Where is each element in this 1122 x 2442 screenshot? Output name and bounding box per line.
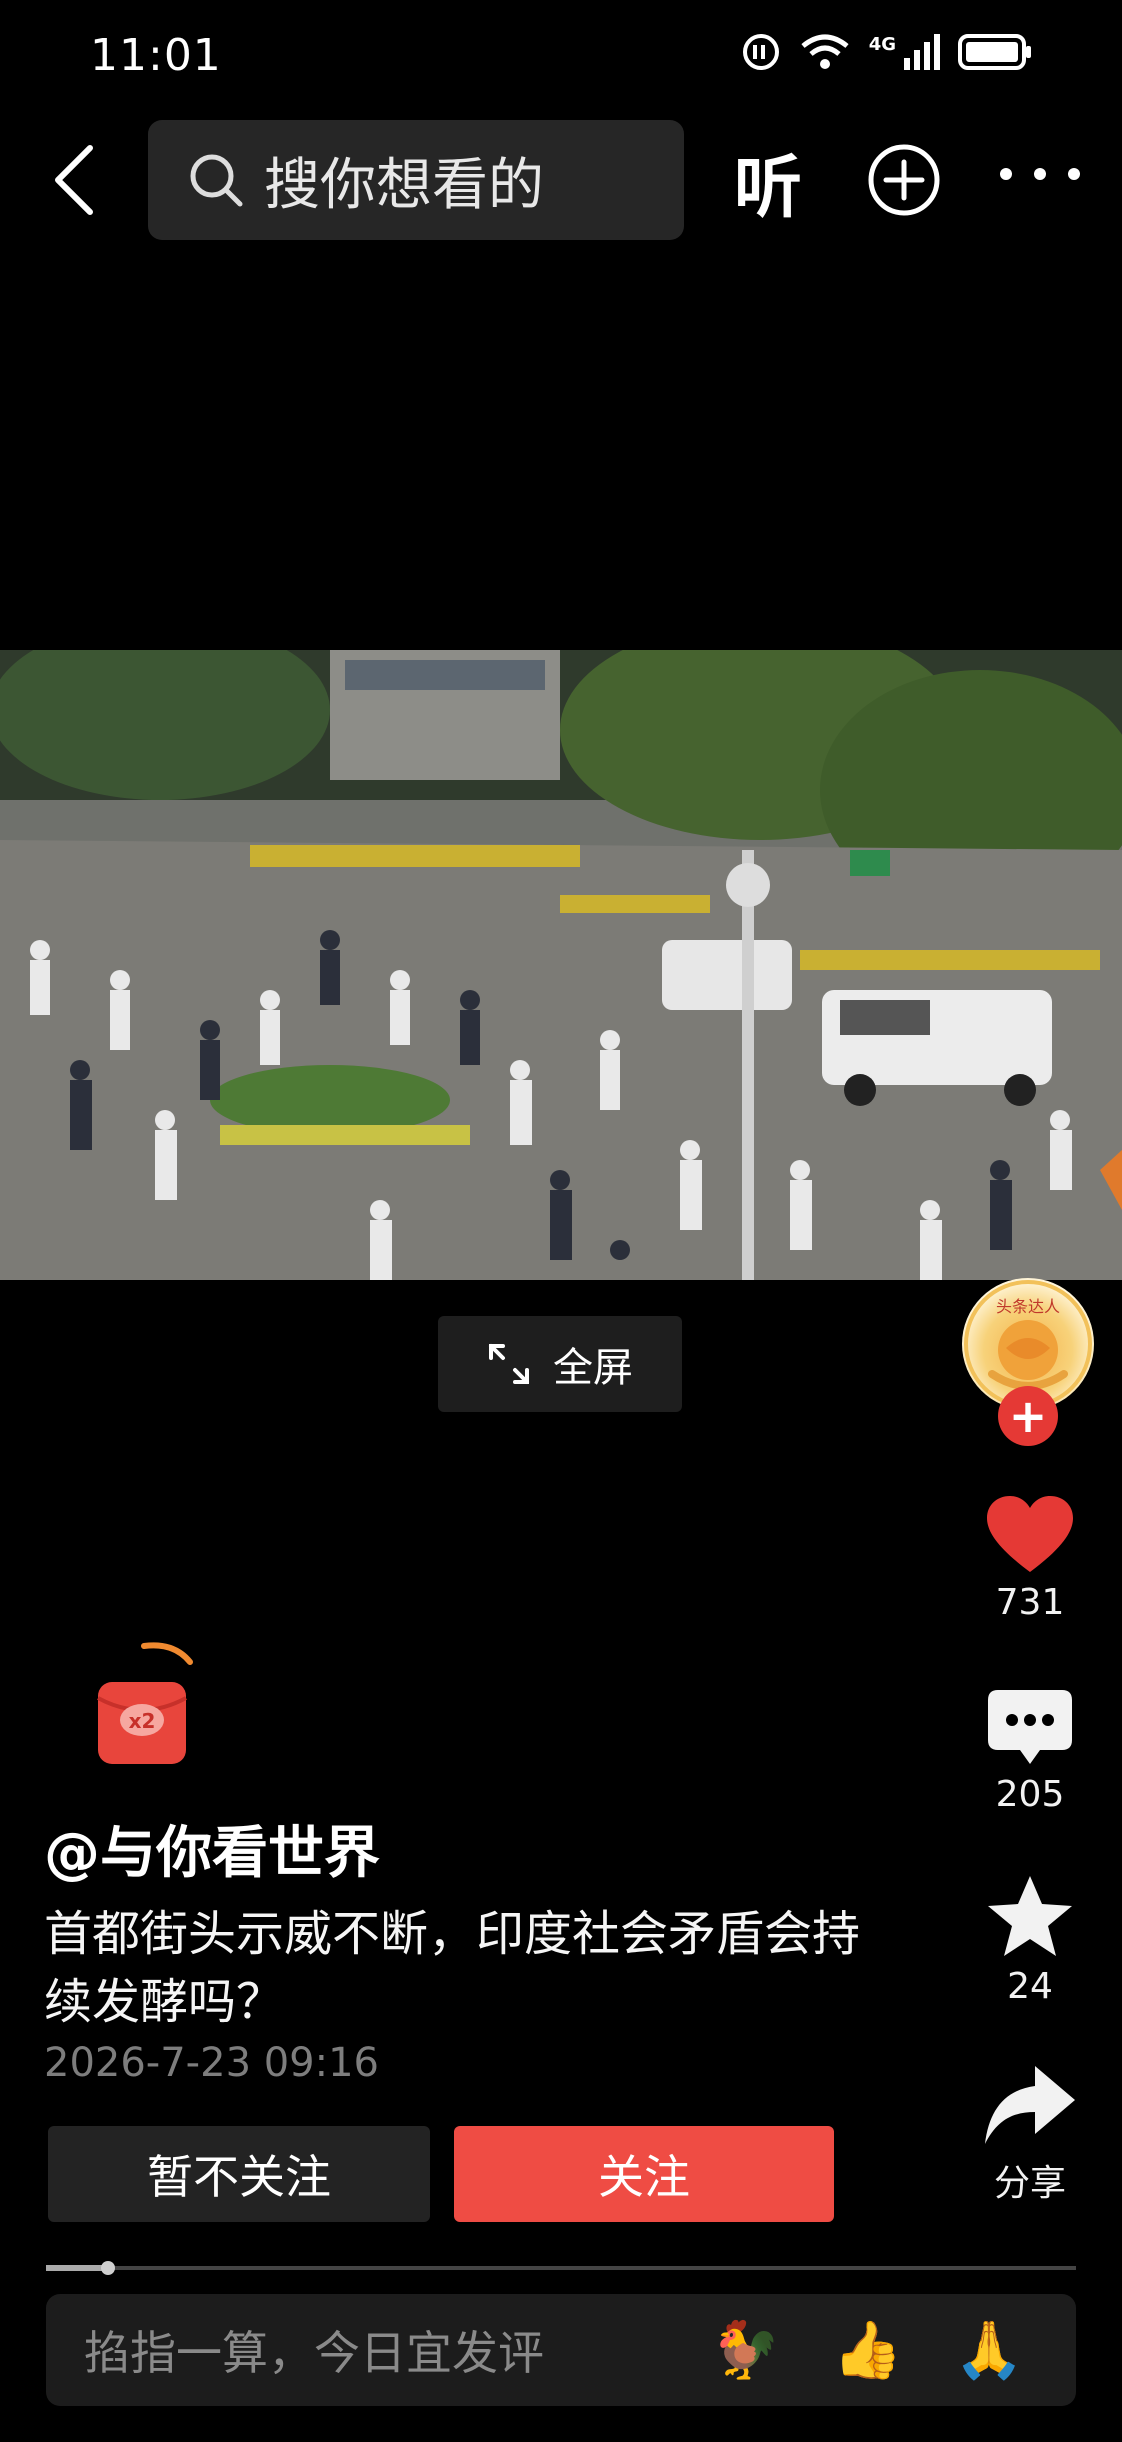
pray-emoji-button[interactable]: 🙏 — [954, 2317, 1024, 2383]
red-packet-button[interactable]: x2 — [94, 1638, 204, 1768]
share-arrow-icon — [985, 2066, 1075, 2144]
thumbs-up-emoji-button[interactable]: 👍 — [833, 2317, 903, 2383]
author-name[interactable]: @与你看世界 — [44, 1808, 380, 1889]
status-time: 11:01 — [90, 30, 222, 81]
plus-circle-icon — [868, 144, 940, 216]
share-label: 分享 — [993, 2163, 1066, 2204]
expand-icon — [489, 1344, 529, 1384]
comment-bubble-icon — [988, 1690, 1072, 1764]
chevron-left-icon — [55, 145, 93, 215]
fullscreen-label: 全屏 — [553, 1345, 633, 1391]
add-button[interactable] — [866, 142, 942, 218]
back-button[interactable] — [44, 140, 104, 220]
fullscreen-button[interactable]: 全屏 — [438, 1316, 682, 1412]
video-progress-track[interactable] — [46, 2266, 1076, 2270]
red-packet-icon: x2 — [97, 1642, 193, 1764]
follow-plus-button[interactable]: + — [998, 1386, 1058, 1446]
video-frame-image — [0, 650, 1122, 1280]
plus-icon: + — [1008, 1389, 1048, 1443]
network-type: 4G — [868, 34, 896, 55]
video-player[interactable] — [0, 650, 1122, 1280]
signal-icon: 4G — [869, 34, 940, 70]
more-dot-icon — [1000, 168, 1012, 180]
star-icon — [988, 1876, 1072, 1956]
heart-icon — [987, 1496, 1073, 1572]
share-button[interactable]: 分享 — [960, 2066, 1100, 2206]
like-count: 731 — [995, 1582, 1065, 1623]
comment-placeholder: 掐指一算，今日宜发评 — [84, 2326, 544, 2380]
listen-button[interactable]: 听 — [734, 132, 802, 231]
not-now-button[interactable]: 暂不关注 — [48, 2126, 430, 2222]
search-box[interactable]: 搜你想看的 — [148, 120, 684, 240]
video-title: 首都街头示威不断，印度社会矛盾会持续发酵吗？ — [44, 1906, 861, 2030]
author-badge-text: 头条达人 — [996, 1297, 1060, 1316]
follow-button[interactable]: 关注 — [454, 2126, 834, 2222]
comment-count: 205 — [995, 1774, 1065, 1815]
hd-call-icon — [742, 34, 779, 70]
more-button[interactable] — [1000, 168, 1080, 192]
like-button[interactable]: 731 — [960, 1496, 1100, 1623]
rooster-emoji-button[interactable]: 🐓 — [711, 2317, 781, 2383]
video-progress-fill — [46, 2265, 108, 2271]
favorite-count: 24 — [1007, 1966, 1053, 2007]
video-progress-knob[interactable] — [101, 2261, 115, 2275]
comment-button[interactable]: 205 — [960, 1690, 1100, 1815]
search-placeholder: 搜你想看的 — [264, 152, 544, 218]
more-dot-icon — [1034, 168, 1046, 180]
wifi-icon — [801, 34, 849, 69]
search-icon — [190, 154, 243, 207]
favorite-button[interactable]: 24 — [960, 1874, 1100, 2007]
comment-input[interactable]: 掐指一算，今日宜发评 🐓 👍 🙏 — [46, 2294, 1076, 2406]
publish-datetime: 2026-7-23 09:16 — [44, 2040, 379, 2086]
battery-icon — [958, 34, 1031, 70]
more-dot-icon — [1068, 168, 1080, 180]
red-packet-multiplier: x2 — [129, 1709, 156, 1733]
status-icons: 4G — [741, 32, 1032, 72]
